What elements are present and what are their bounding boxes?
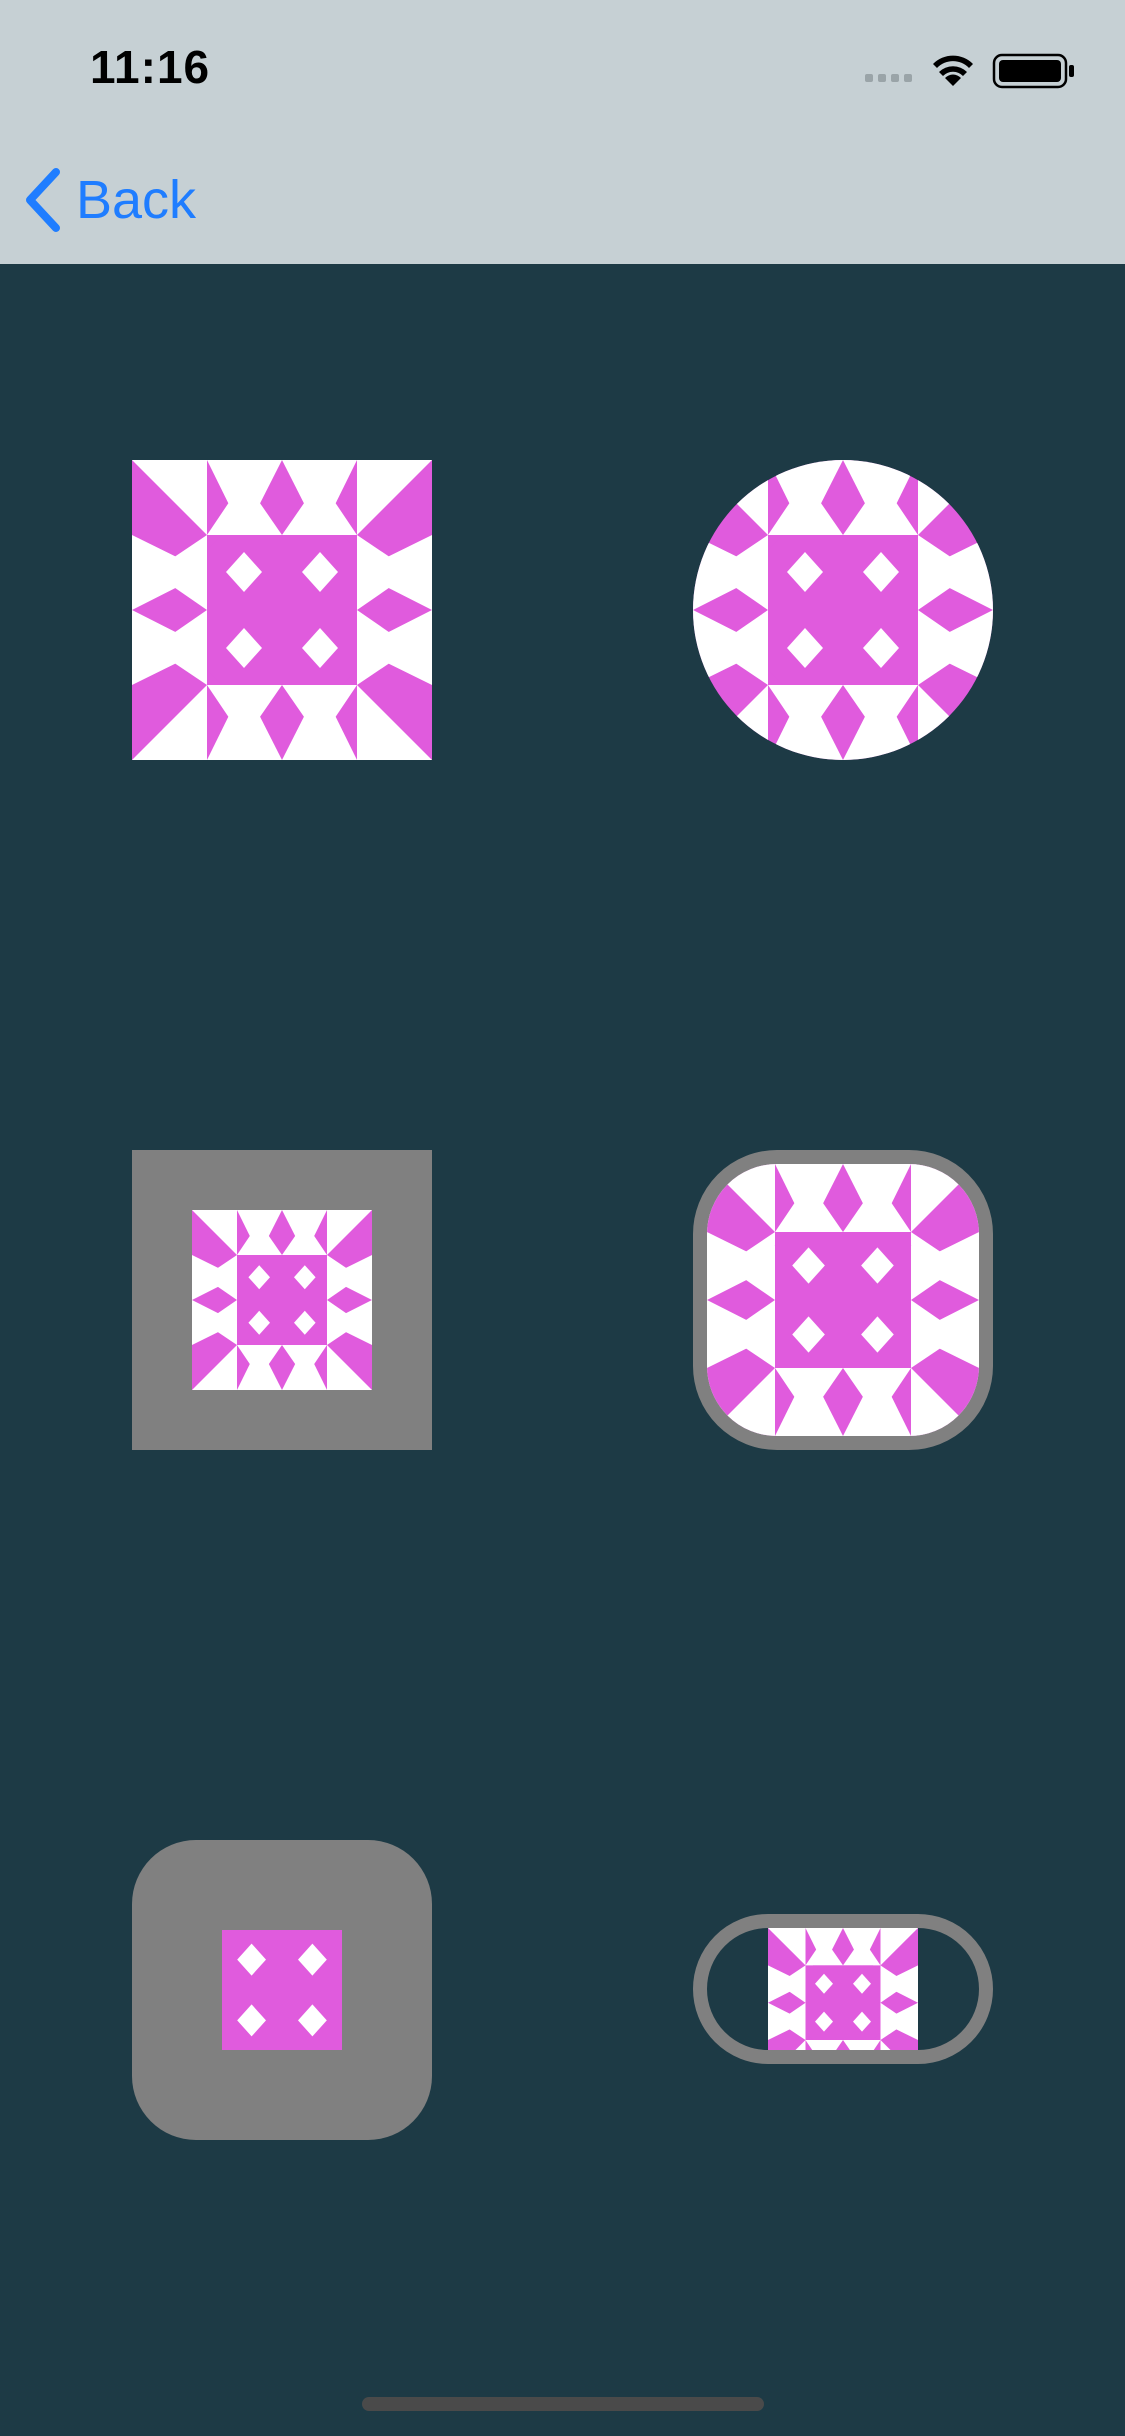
identicon-grid	[0, 264, 1125, 2436]
back-button[interactable]: Back	[24, 160, 196, 240]
back-label: Back	[76, 170, 197, 230]
home-indicator[interactable]	[362, 2397, 764, 2411]
status-time: 11:16	[90, 41, 211, 93]
navigation-bar: Back	[0, 132, 1125, 264]
rounded-padded-identicon	[132, 1840, 432, 2140]
chevron-left-icon	[26, 168, 60, 232]
cellular-signal-icon	[865, 74, 912, 82]
circle-identicon	[693, 460, 993, 760]
battery-icon	[992, 53, 1074, 89]
capsule-bordered-identicon	[693, 1914, 993, 2064]
square-identicon	[132, 460, 432, 760]
rounded-bordered-identicon	[693, 1150, 993, 1450]
square-bordered-identicon	[132, 1150, 432, 1450]
wifi-icon	[933, 55, 973, 86]
status-bar: 11:16	[0, 0, 1125, 132]
status-icons	[865, 50, 1085, 90]
